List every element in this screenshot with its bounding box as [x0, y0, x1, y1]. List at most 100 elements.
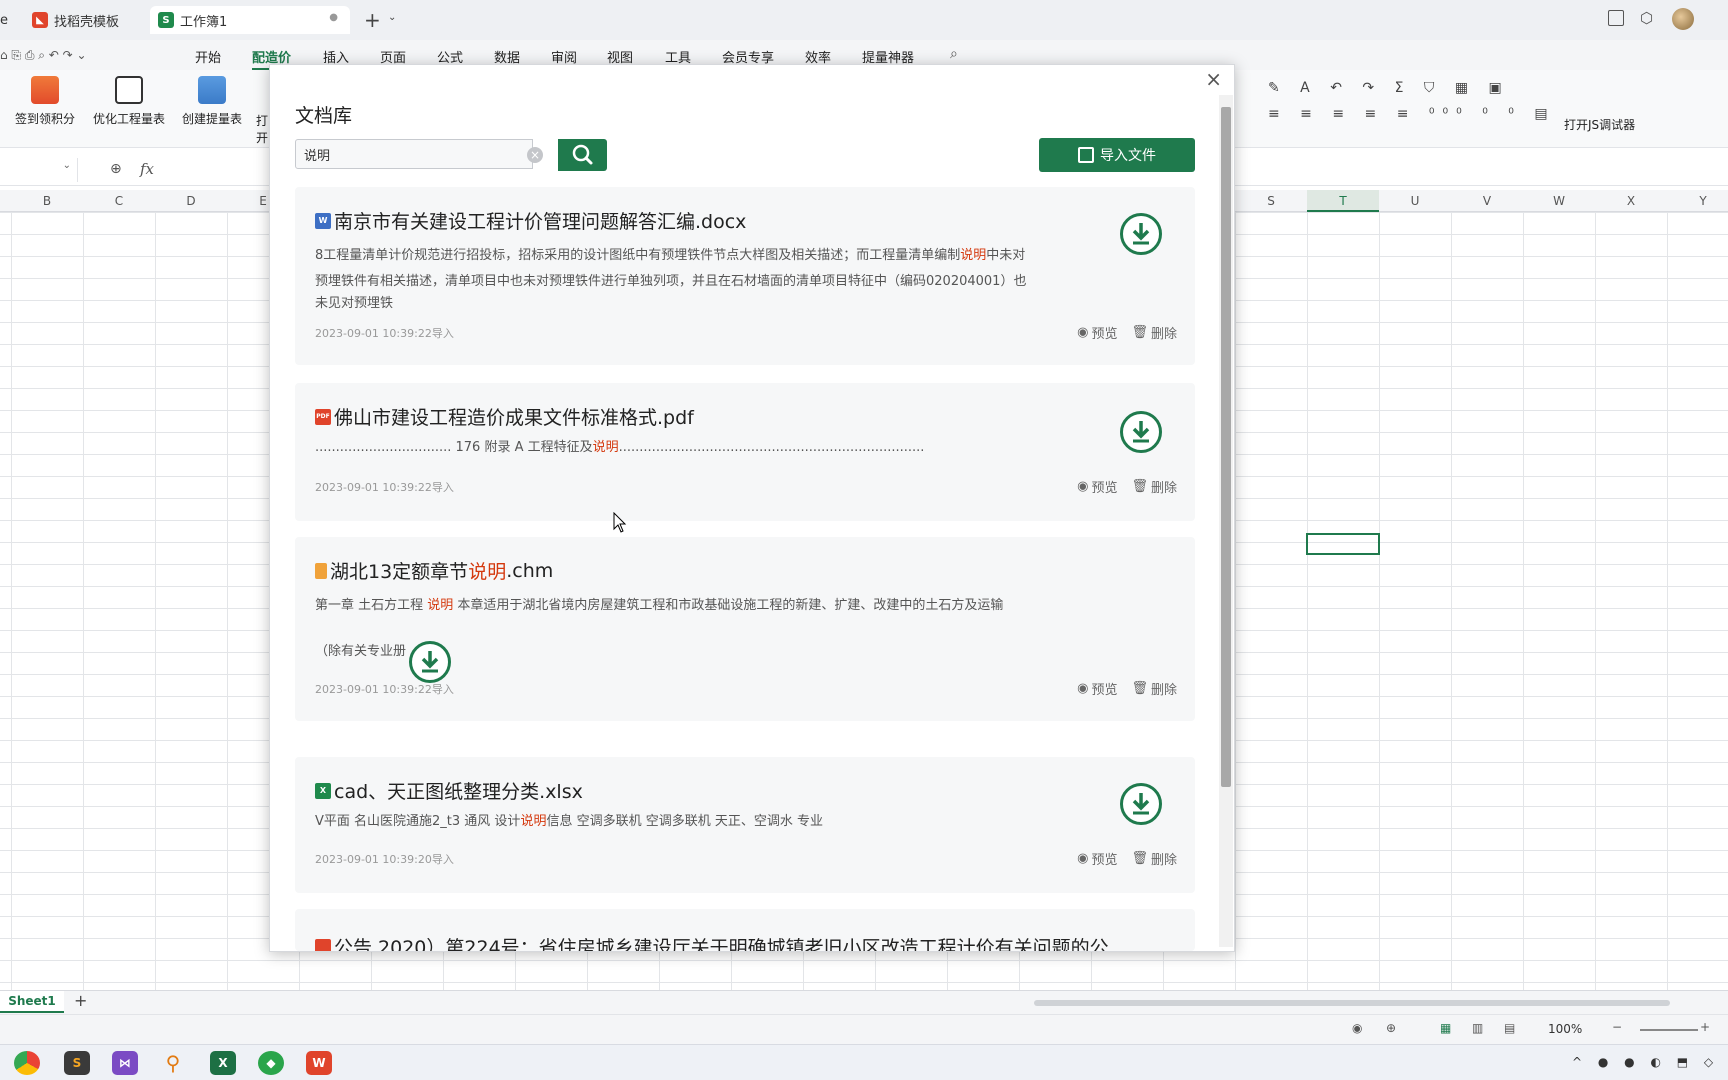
- button-label: 预览: [1091, 853, 1118, 868]
- create-extract-table-button[interactable]: 创建提量表: [180, 76, 244, 127]
- zoom-level[interactable]: 100%: [1548, 1022, 1582, 1036]
- delete-button[interactable]: 🗑 删除: [1131, 477, 1177, 496]
- align-toolbar-row2[interactable]: ≡ ≡ ≡ ≡ ≡ ⁰⁰⁰ ⁰ ⁰ ▤: [1268, 106, 1556, 122]
- sheet-bar: Sheet1 +: [0, 990, 1728, 1014]
- snippet-text: 信息 空调多联机 空调多联机 天正、空调水 专业: [546, 814, 823, 829]
- excel-icon[interactable]: X: [210, 1051, 236, 1075]
- file-card: 湖北13定额章节 说明 .chm 第一章 土石方工程 说明 本章适用于湖北省境内房屋…: [295, 537, 1195, 721]
- eye-icon[interactable]: ◉: [1352, 1021, 1362, 1035]
- clear-search-icon[interactable]: ×: [527, 147, 543, 163]
- zoom-formula-icon[interactable]: ⊕: [110, 161, 122, 177]
- download-button[interactable]: [1120, 783, 1162, 825]
- preview-button[interactable]: ◉ 预览: [1077, 323, 1117, 342]
- sublime-icon[interactable]: S: [64, 1051, 90, 1075]
- file-name-text: .chm: [506, 559, 554, 582]
- format-toolbar-row1[interactable]: ✎ A ↶ ↷ Σ ⛉ ▦ ▣: [1268, 80, 1510, 96]
- chevron-down-icon[interactable]: ⌄: [388, 12, 396, 23]
- delete-button[interactable]: 🗑 删除: [1131, 679, 1177, 698]
- chrome-icon[interactable]: [14, 1051, 40, 1075]
- col-header[interactable]: S: [1235, 194, 1307, 208]
- horizontal-scrollbar[interactable]: [1034, 1000, 1670, 1006]
- checkin-points-button[interactable]: 签到领积分: [14, 76, 76, 127]
- selected-cell[interactable]: [1306, 533, 1380, 555]
- cube-icon[interactable]: ⬡: [1640, 9, 1653, 27]
- layout-icon[interactable]: [1608, 10, 1624, 26]
- button-label: 签到领积分: [14, 112, 75, 126]
- gift-icon: [31, 76, 59, 104]
- trash-icon: 🗑: [1131, 681, 1148, 696]
- col-header-selected[interactable]: T: [1307, 190, 1379, 212]
- preview-button[interactable]: ◉ 预览: [1077, 477, 1117, 496]
- col-header[interactable]: B: [11, 194, 83, 208]
- search-icon[interactable]: ⌕: [950, 46, 958, 62]
- import-file-button[interactable]: 导入文件: [1039, 138, 1195, 172]
- snippet-line: 未见对预埋铁: [315, 295, 1026, 313]
- snippet-line: V平面 名山医院通施2_t3 通风 设计说明信息 空调多联机 空调多联机 天正、…: [315, 809, 823, 835]
- import-date: 2023-09-01 10:39:22导入: [315, 327, 454, 340]
- col-header[interactable]: X: [1595, 194, 1667, 208]
- optimize-quantity-button[interactable]: 优化工程量表: [86, 76, 172, 127]
- file-name[interactable]: 湖北13定额章节 说明 .chm: [315, 557, 553, 584]
- snippet-line: 预埋铁件有相关描述，清单项目中也未对预埋铁件进行单独列项，并且在石材墙面的清单项…: [315, 269, 1026, 295]
- file-name[interactable]: 公告 2020）第224号：省住房城乡建设厅关于明确城镇老旧小区改造工程计价有关…: [315, 933, 1109, 951]
- button-label: 删除: [1150, 481, 1177, 496]
- download-button-floating[interactable]: [409, 641, 451, 683]
- scrollbar-thumb[interactable]: [1221, 107, 1231, 787]
- import-date: 2023-09-01 10:39:20导入: [315, 853, 454, 866]
- file-name[interactable]: W 南京市有关建设工程计价管理问题解答汇编.docx: [315, 207, 746, 234]
- add-sheet-icon[interactable]: +: [74, 991, 87, 1010]
- menu-start[interactable]: 开始: [195, 47, 221, 66]
- search-button[interactable]: [558, 139, 607, 171]
- avatar[interactable]: [1672, 8, 1694, 30]
- trash-icon: 🗑: [1131, 325, 1148, 340]
- tab-docer-templates[interactable]: ◣ 找稻壳模板: [24, 6, 144, 34]
- zoom-in-icon[interactable]: +: [1700, 1020, 1710, 1034]
- close-icon[interactable]: ×: [1205, 67, 1222, 91]
- zoom-slider[interactable]: [1640, 1029, 1698, 1031]
- col-header[interactable]: W: [1523, 194, 1595, 208]
- file-card-partial: 公告 2020）第224号：省住房城乡建设厅关于明确城镇老旧小区改造工程计价有关…: [295, 909, 1195, 951]
- zoom-out-icon[interactable]: −: [1612, 1020, 1622, 1034]
- system-tray-icons[interactable]: ^ ● ● ◐ ⬒ ◇: [1572, 1055, 1719, 1069]
- page-layout-icon[interactable]: ▥: [1472, 1021, 1483, 1035]
- col-header[interactable]: U: [1379, 194, 1451, 208]
- crosshair-icon[interactable]: ⊕: [1386, 1021, 1396, 1035]
- file-name[interactable]: PDF 佛山市建设工程造价成果文件标准格式.pdf: [315, 403, 694, 430]
- page-break-icon[interactable]: ▤: [1504, 1021, 1515, 1035]
- open-js-debugger-button[interactable]: 打开JS调试器: [1564, 116, 1635, 133]
- col-header[interactable]: V: [1451, 194, 1523, 208]
- snippet-text: ........................................…: [618, 440, 925, 455]
- visual-studio-icon[interactable]: ⋈: [112, 1051, 138, 1075]
- col-header[interactable]: C: [83, 194, 155, 208]
- normal-view-icon[interactable]: ▦: [1440, 1021, 1451, 1035]
- fx-icon[interactable]: fx: [140, 160, 154, 178]
- file-name-text: 公告 2020）第224号：省住房城乡建设厅关于明确城镇老旧小区改造工程计价有关…: [334, 937, 1109, 951]
- download-icon: [1132, 223, 1150, 245]
- browser-tab-partial[interactable]: e: [0, 6, 20, 34]
- card-actions: ◉ 预览 🗑 删除: [1077, 477, 1177, 496]
- download-button[interactable]: [1120, 411, 1162, 453]
- search-tool-icon[interactable]: ⚲: [160, 1051, 186, 1075]
- new-tab-icon[interactable]: +: [364, 8, 381, 32]
- app-green-icon[interactable]: ◆: [258, 1051, 284, 1075]
- tab-workbook1[interactable]: S 工作簿1 ●: [150, 6, 350, 34]
- snippet-text: 8工程量清单计价规范进行招投标，招标采用的设计图纸中有预埋铁件节点大样图及相关描…: [315, 248, 961, 263]
- download-button[interactable]: [1120, 213, 1162, 255]
- sheet-tab-sheet1[interactable]: Sheet1: [0, 991, 64, 1013]
- file-snippet: V平面 名山医院通施2_t3 通风 设计说明信息 空调多联机 空调多联机 天正、…: [315, 809, 823, 835]
- card-actions: ◉ 预览 🗑 删除: [1077, 679, 1177, 698]
- search-input[interactable]: [295, 139, 533, 169]
- col-header[interactable]: Y: [1667, 194, 1728, 208]
- file-name[interactable]: X cad、天正图纸整理分类.xlsx: [315, 777, 583, 804]
- preview-button[interactable]: ◉ 预览: [1077, 849, 1117, 868]
- name-box[interactable]: ⌄: [0, 158, 78, 182]
- button-label: 导入文件: [1100, 148, 1156, 164]
- chevron-down-icon[interactable]: ⌄: [63, 160, 71, 171]
- snippet-text: 第一章 土石方工程: [315, 598, 428, 613]
- delete-button[interactable]: 🗑 删除: [1131, 323, 1177, 342]
- preview-button[interactable]: ◉ 预览: [1077, 679, 1117, 698]
- quick-access-icons[interactable]: ⌂ ⎘ ⎙ ⌕ ↶ ↷ ⌄: [0, 48, 87, 63]
- delete-button[interactable]: 🗑 删除: [1131, 849, 1177, 868]
- col-header[interactable]: D: [155, 194, 227, 208]
- wps-icon[interactable]: W: [306, 1051, 332, 1075]
